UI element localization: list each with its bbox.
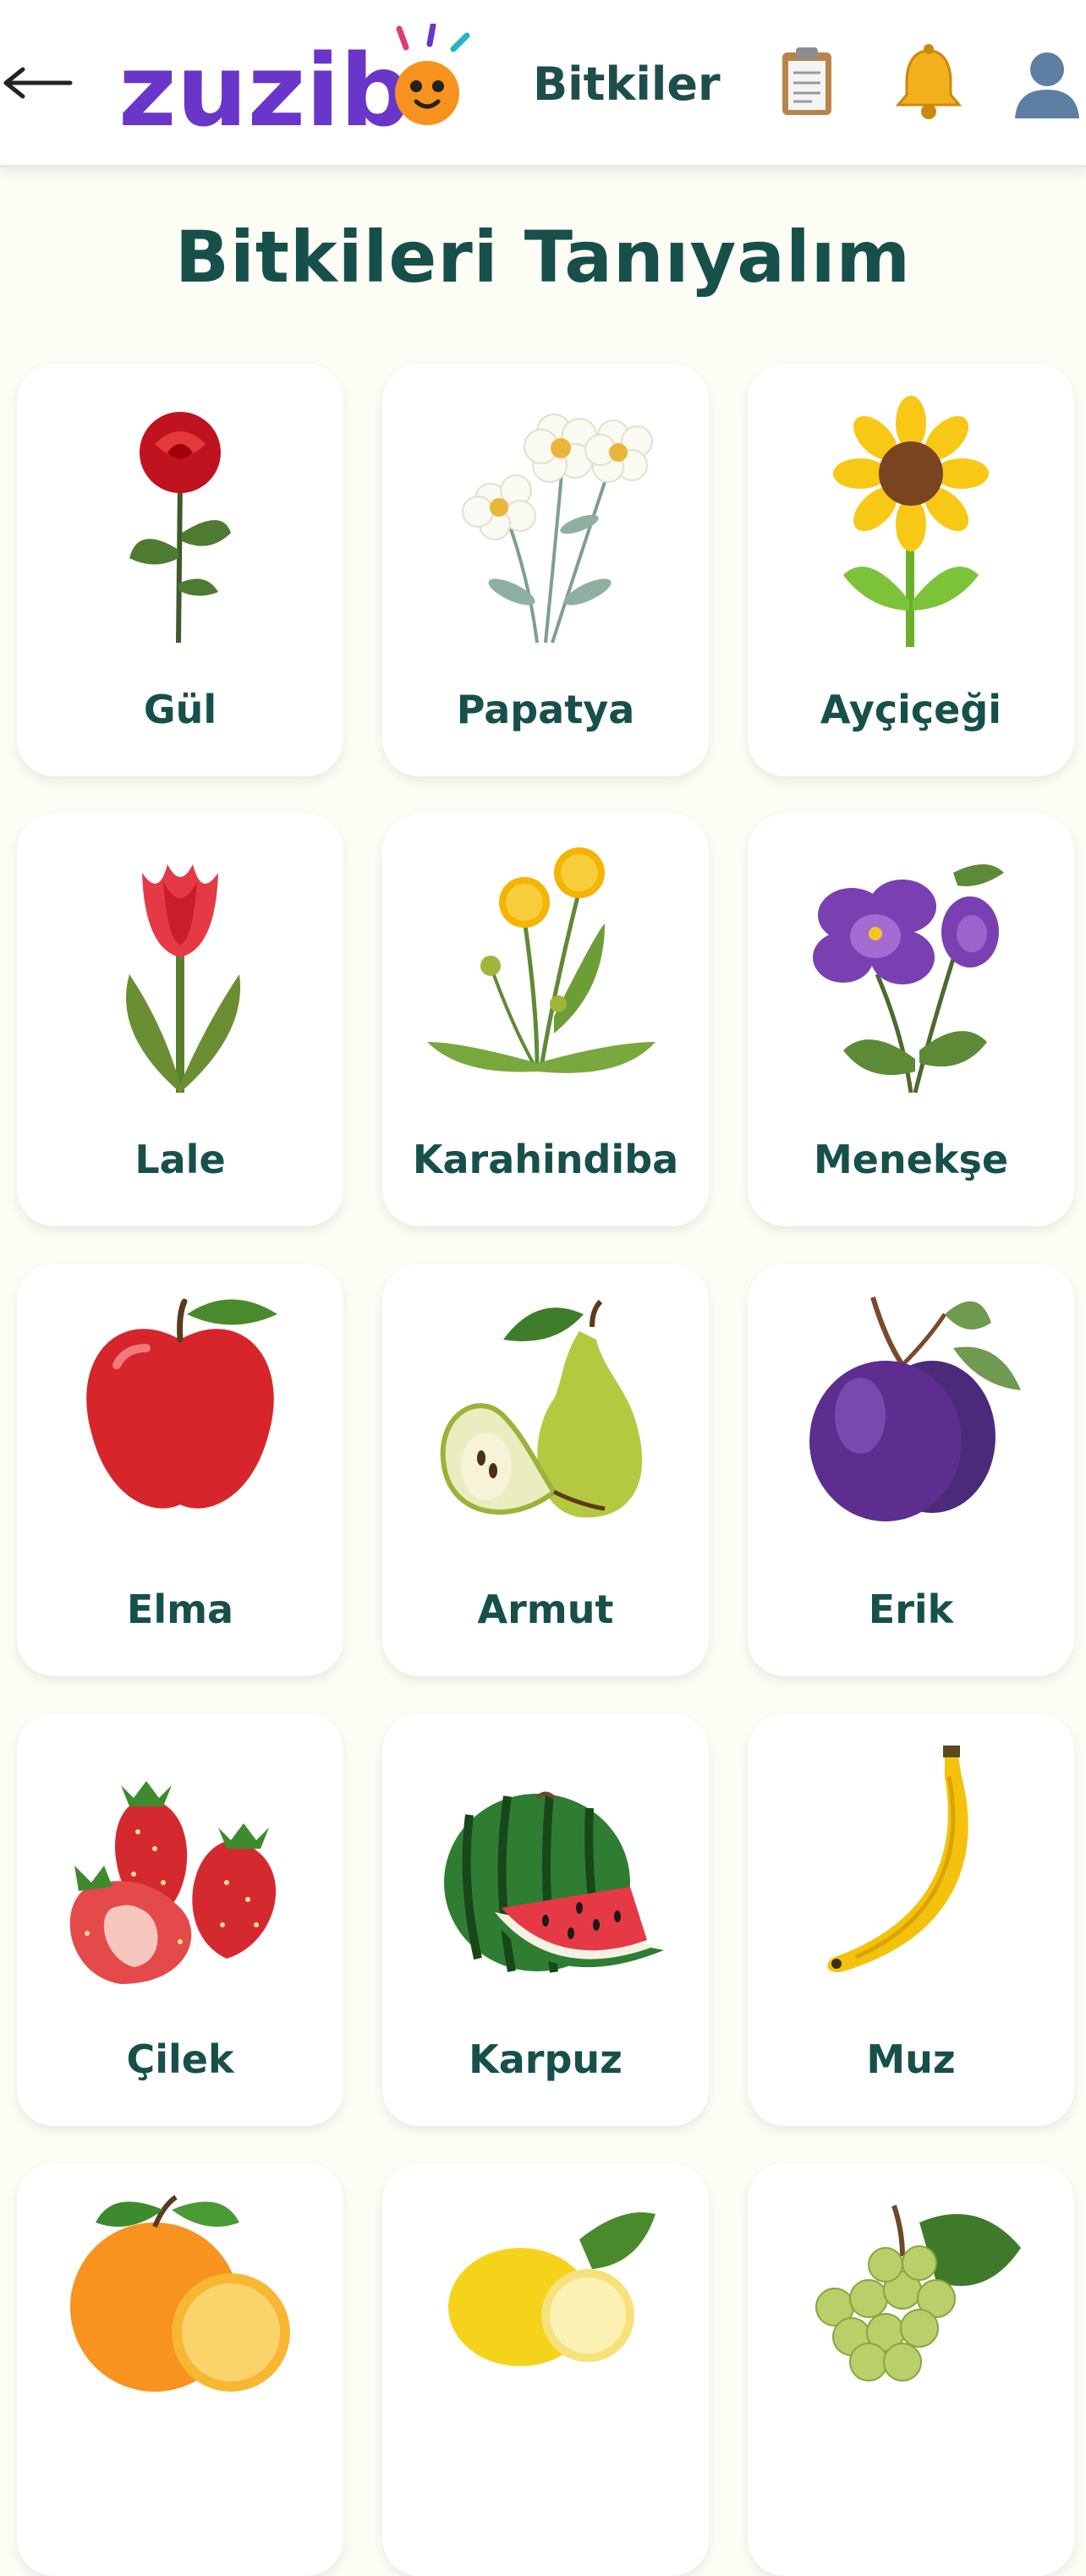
plant-card[interactable]: Erik — [748, 1263, 1074, 1676]
plant-label: Erik — [868, 1587, 954, 1632]
clipboard-button[interactable] — [765, 42, 847, 123]
apple-icon — [86, 1298, 277, 1509]
plant-card[interactable] — [382, 2163, 709, 2576]
bell-icon — [895, 44, 963, 119]
zuzibo-logo[interactable]: zuzib — [118, 22, 482, 149]
clipboard-icon — [782, 47, 831, 115]
profile-icon — [1015, 52, 1079, 118]
plant-card[interactable]: Muz — [748, 1713, 1074, 2126]
plant-label: Elma — [126, 1587, 234, 1632]
strawberry-icon — [69, 1781, 277, 1984]
plant-card[interactable]: Karahindiba — [382, 814, 709, 1226]
plum-icon — [809, 1296, 1021, 1521]
profile-button[interactable] — [1006, 42, 1086, 123]
plant-card[interactable]: Karpuz — [382, 1713, 709, 2126]
plant-card[interactable]: Çilek — [17, 1713, 343, 2126]
plant-card[interactable]: Armut — [382, 1263, 709, 1676]
section-title: Bitkiler — [533, 58, 721, 111]
top-app-bar: zuzib Bitkiler — [0, 0, 1086, 167]
rose-icon — [129, 412, 231, 644]
plant-card[interactable] — [748, 2163, 1074, 2576]
plant-label: Karpuz — [469, 2036, 623, 2082]
plant-card[interactable]: Papatya — [382, 364, 709, 776]
plant-label: Papatya — [456, 687, 635, 732]
grape-icon — [815, 2205, 1021, 2381]
plant-label: Lale — [134, 1137, 226, 1182]
notifications-button[interactable] — [888, 42, 969, 123]
plant-card[interactable]: Menekşe — [748, 814, 1074, 1226]
plant-label: Muz — [866, 2036, 956, 2082]
violet-icon — [813, 864, 1004, 1093]
back-button[interactable] — [0, 44, 76, 122]
plant-label: Gül — [143, 687, 217, 732]
sunflower-icon — [833, 396, 989, 647]
plant-label: Ayçiçeği — [820, 687, 1002, 732]
plant-label: Karahindiba — [412, 1137, 679, 1182]
plant-label: Armut — [477, 1587, 614, 1632]
orange-icon — [70, 2195, 290, 2392]
plant-card[interactable]: Gül — [17, 364, 343, 776]
lemon-icon — [448, 2212, 655, 2366]
pear-icon — [440, 1299, 643, 1518]
svg-text:zuzib: zuzib — [118, 32, 411, 142]
dandelion-icon — [427, 847, 655, 1073]
page-title: Bitkileri Tanıyalım — [174, 216, 912, 299]
banana-icon — [827, 1746, 968, 1973]
plant-card[interactable]: Lale — [17, 814, 343, 1226]
plant-card[interactable] — [17, 2163, 343, 2576]
tulip-icon — [126, 864, 241, 1093]
watermelon-icon — [444, 1791, 664, 1973]
back-arrow-icon — [3, 67, 73, 99]
plant-card[interactable]: Ayçiçeği — [748, 364, 1074, 776]
plant-card[interactable]: Elma — [17, 1263, 343, 1676]
plant-label: Çilek — [126, 2036, 234, 2082]
plant-label: Menekşe — [813, 1137, 1009, 1182]
daisy-icon — [462, 414, 653, 644]
